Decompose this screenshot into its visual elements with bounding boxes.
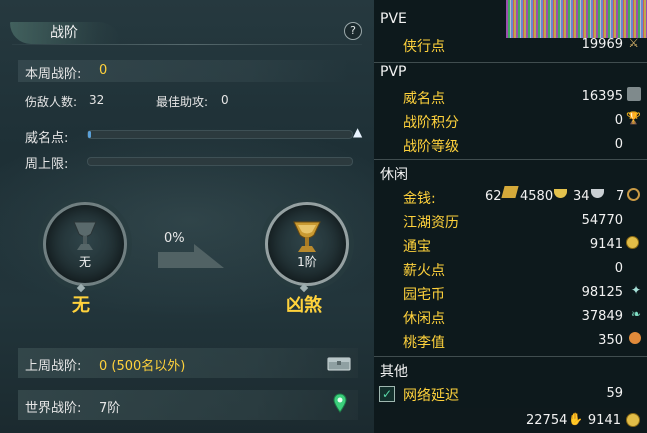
pve-header: PVE: [380, 11, 407, 27]
last-week-value: 0 (500名以外): [99, 359, 186, 374]
footer-left-value: 22754: [526, 413, 568, 428]
leisure-header: 休闲: [380, 167, 408, 183]
other-header: 其他: [380, 364, 408, 380]
tongbao-coin-icon: [626, 236, 639, 249]
stat-value-weimingdian: 16395: [581, 89, 623, 104]
goblet-icon: 🏆: [626, 111, 641, 125]
latency-checkbox[interactable]: ✓: [379, 386, 395, 402]
peach-icon: [629, 332, 641, 344]
section-divider: [374, 62, 647, 63]
prestige-progress-fill: [88, 131, 91, 138]
gold-ingot-icon: [554, 189, 567, 198]
cap-marker-icon: ▲: [353, 125, 363, 139]
current-rank-value: 0: [99, 63, 108, 78]
kills-value: 32: [89, 93, 105, 107]
stat-label-xiuxiandian: 休闲点: [403, 311, 445, 327]
top-color-strip: [506, 0, 647, 38]
section-divider: [374, 159, 647, 160]
next-tier-emblem: 1阶: [265, 202, 349, 286]
world-rank-value: 7阶: [99, 401, 121, 416]
stat-value-tongbao: 9141: [589, 237, 623, 252]
location-pin-icon[interactable]: [333, 393, 347, 413]
leaf-icon: ❧: [630, 307, 641, 321]
assists-label: 最佳助攻:: [156, 95, 209, 109]
stat-value-zhanjiedengji: 0: [614, 137, 623, 152]
stat-label-zhanjiedengji: 战阶等级: [403, 139, 459, 155]
stat-value-zhanjiejifen: 0: [614, 113, 623, 128]
assists-value: 0: [221, 93, 229, 107]
weekly-cap-bar: [87, 157, 353, 166]
stats-panel: PVE 侠行点 19969 ⚔ PVP 威名点 16395 战阶积分 0 🏆 战…: [374, 0, 647, 433]
prestige-icon: [627, 87, 641, 101]
footer-coin-icon: [626, 413, 640, 427]
current-rank-label: 本周战阶:: [25, 67, 82, 82]
prestige-label: 威名点:: [25, 131, 69, 146]
current-tier-small-label: 无: [78, 255, 91, 269]
stat-value-latency: 59: [606, 386, 623, 401]
current-tier-emblem: 无: [43, 202, 127, 286]
stat-label-xiaxingdian: 侠行点: [403, 39, 445, 55]
last-week-label: 上周战阶:: [25, 359, 82, 374]
sword-icon: ⚔: [628, 36, 639, 50]
money-gold-value: 4580: [520, 189, 554, 204]
title-divider: [12, 44, 362, 45]
money-gold-bar-value: 62: [485, 189, 502, 204]
panel-title: 战阶: [50, 25, 78, 41]
gold-bar-icon: [501, 186, 519, 198]
silver-ingot-icon: [591, 189, 604, 198]
current-tier-name: 无: [72, 295, 90, 316]
rank-panel: 战阶 ? 本周战阶: 0 伤敌人数: 32 最佳助攻: 0 威名点: ▲ 周上限…: [0, 0, 374, 433]
stat-value-xinhuodian: 0: [614, 261, 623, 276]
prestige-progress-bar: [87, 130, 353, 139]
progress-arrow-icon: [158, 244, 224, 268]
panel-title-bar: 战阶 ?: [0, 14, 374, 48]
stat-value-yuanzhaibi: 98125: [581, 285, 623, 300]
kills-label: 伤敌人数:: [25, 95, 78, 109]
stat-label-zhanjiejifen: 战阶积分: [403, 115, 459, 131]
stat-label-weimingdian: 威名点: [403, 91, 445, 107]
stat-value-jianghuzili: 54770: [581, 213, 623, 228]
copper-coin-icon: [627, 188, 640, 201]
stat-label-taolizhi: 桃李值: [403, 335, 445, 351]
money-copper-value: 7: [616, 189, 625, 204]
stat-value-taolizhi: 350: [598, 333, 623, 348]
stat-label-jianghuzili: 江湖资历: [403, 215, 459, 231]
gold-goblet-icon: [293, 221, 321, 252]
world-rank-label: 世界战阶:: [25, 401, 82, 416]
stat-label-money: 金钱:: [403, 191, 436, 207]
footer-bar: 22754 ✋ 9141: [374, 408, 647, 433]
next-tier-small-label: 1阶: [297, 255, 317, 269]
next-tier-name: 凶煞: [286, 295, 322, 316]
pvp-header: PVP: [380, 64, 407, 80]
stat-label-latency: 网络延迟: [403, 388, 459, 404]
stat-value-xiuxiandian: 37849: [581, 309, 623, 324]
chest-icon[interactable]: [327, 355, 351, 371]
stat-label-yuanzhaibi: 园宅币: [403, 287, 445, 303]
section-divider: [374, 356, 647, 357]
hand-icon: ✋: [568, 412, 583, 426]
stat-label-xinhuodian: 薪火点: [403, 263, 445, 279]
help-button[interactable]: ?: [344, 22, 362, 40]
footer-right-value: 9141: [587, 413, 621, 428]
stat-value-xiaxingdian: 19969: [581, 37, 623, 52]
swirl-coin-icon: ✦: [630, 283, 641, 297]
dim-goblet-icon: [73, 221, 97, 250]
stat-label-tongbao: 通宝: [403, 239, 431, 255]
money-silver-value: 34: [573, 189, 590, 204]
weekly-cap-label: 周上限:: [25, 157, 69, 172]
